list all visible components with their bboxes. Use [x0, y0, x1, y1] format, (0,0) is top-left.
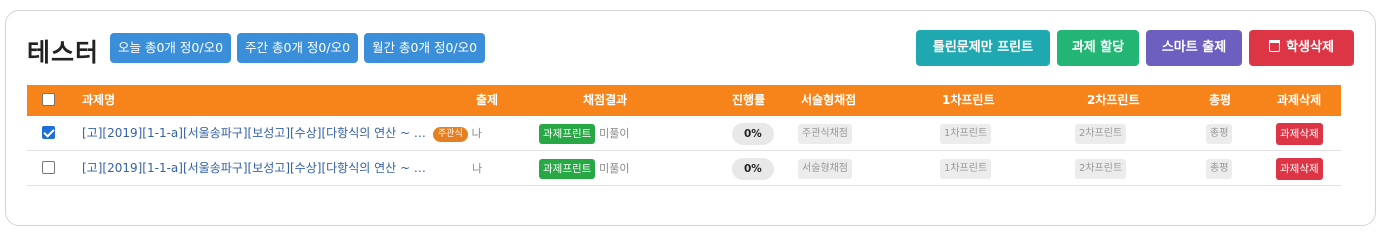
progress-cell: 0% [732, 116, 774, 151]
smart-assign-button[interactable]: 스마트 출제 [1146, 30, 1242, 66]
grading-status: 미풀이 [599, 127, 630, 140]
delete-student-label: 학생삭제 [1286, 40, 1334, 55]
row-checkbox[interactable] [42, 161, 55, 174]
task-print-button[interactable]: 과제프린트 [539, 123, 596, 144]
question-type-badge: 주관식 [433, 127, 468, 142]
table-header: 과제명 출제 채점결과 진행률 서술형채점 1차프린트 2차프린트 총평 과제삭… [27, 85, 1341, 116]
column-header-review: 총평 [1209, 93, 1232, 107]
print-wrong-only-button[interactable]: 틀린문제만 프린트 [916, 30, 1050, 66]
setter-value: 나 [471, 127, 482, 140]
essay-cell: 주관식채점 [798, 116, 852, 151]
task-table: 과제명 출제 채점결과 진행률 서술형채점 1차프린트 2차프린트 총평 과제삭… [27, 85, 1341, 186]
weekly-stat-badge: 주간 총0개 정0/오0 [237, 33, 359, 63]
second-print-button[interactable]: 2차프린트 [1075, 158, 1127, 179]
table-row: [고][2019][1-1-a][서울송파구][보성고][수상][다항식의 연산… [27, 151, 1341, 186]
setter-cell: 주관식 나 [433, 116, 482, 151]
task-print-button[interactable]: 과제프린트 [539, 158, 596, 179]
setter-cell: 나 [472, 151, 482, 186]
print2-cell: 2차프린트 [1075, 116, 1127, 151]
today-stat-badge: 오늘 총0개 정0/오0 [110, 33, 232, 63]
trash-icon [1269, 40, 1281, 52]
column-header-print1: 1차프린트 [942, 93, 995, 107]
stat-badges: 오늘 총0개 정0/오0 주간 총0개 정0/오0 월간 총0개 정0/오0 [110, 33, 486, 63]
first-print-button[interactable]: 1차프린트 [940, 123, 992, 144]
print1-cell: 1차프린트 [940, 151, 992, 186]
column-header-progress: 진행률 [732, 93, 766, 107]
essay-grading-button[interactable]: 서술형채점 [798, 158, 852, 179]
progress-pill: 0% [732, 122, 774, 145]
task-name-link[interactable]: [고][2019][1-1-a][서울송파구][보성고][수상][다항식의 연산… [82, 116, 426, 151]
assign-task-button[interactable]: 과제 할당 [1057, 30, 1139, 66]
review-button[interactable]: 총평 [1206, 158, 1233, 179]
column-header-grading: 채점결과 [583, 93, 628, 107]
print1-cell: 1차프린트 [940, 116, 992, 151]
first-print-button[interactable]: 1차프린트 [940, 158, 992, 179]
action-buttons: 틀린문제만 프린트 과제 할당 스마트 출제 학생삭제 [916, 30, 1354, 66]
grading-status: 미풀이 [599, 162, 630, 175]
column-header-print2: 2차프린트 [1087, 93, 1140, 107]
card-header: 테스터 오늘 총0개 정0/오0 주간 총0개 정0/오0 월간 총0개 정0/… [27, 30, 1354, 67]
review-cell: 총평 [1206, 116, 1233, 151]
monthly-stat-badge: 월간 총0개 정0/오0 [364, 33, 486, 63]
progress-pill: 0% [732, 157, 774, 180]
table-row: [고][2019][1-1-a][서울송파구][보성고][수상][다항식의 연산… [27, 116, 1341, 151]
delete-cell: 과제삭제 [1276, 151, 1323, 186]
delete-task-button[interactable]: 과제삭제 [1276, 157, 1323, 180]
task-name-link[interactable]: [고][2019][1-1-a][서울송파구][보성고][수상][다항식의 연산… [82, 151, 426, 186]
column-header-setter: 출제 [476, 93, 499, 107]
setter-value: 나 [472, 162, 483, 175]
column-header-essay: 서술형채점 [801, 93, 857, 107]
essay-grading-button[interactable]: 주관식채점 [798, 123, 852, 144]
progress-cell: 0% [732, 151, 774, 186]
delete-cell: 과제삭제 [1276, 116, 1323, 151]
essay-cell: 서술형채점 [798, 151, 852, 186]
student-name-title: 테스터 [27, 38, 100, 67]
print2-cell: 2차프린트 [1075, 151, 1127, 186]
delete-task-button[interactable]: 과제삭제 [1276, 122, 1323, 145]
grading-cell: 과제프린트 미풀이 [539, 116, 630, 151]
row-checkbox[interactable] [42, 126, 55, 139]
review-cell: 총평 [1206, 151, 1233, 186]
select-all-checkbox[interactable] [42, 93, 55, 106]
column-header-name: 과제명 [82, 93, 116, 107]
grading-cell: 과제프린트 미풀이 [539, 151, 630, 186]
column-header-delete: 과제삭제 [1277, 93, 1322, 107]
delete-student-button[interactable]: 학생삭제 [1249, 30, 1354, 66]
review-button[interactable]: 총평 [1206, 123, 1233, 144]
second-print-button[interactable]: 2차프린트 [1075, 123, 1127, 144]
